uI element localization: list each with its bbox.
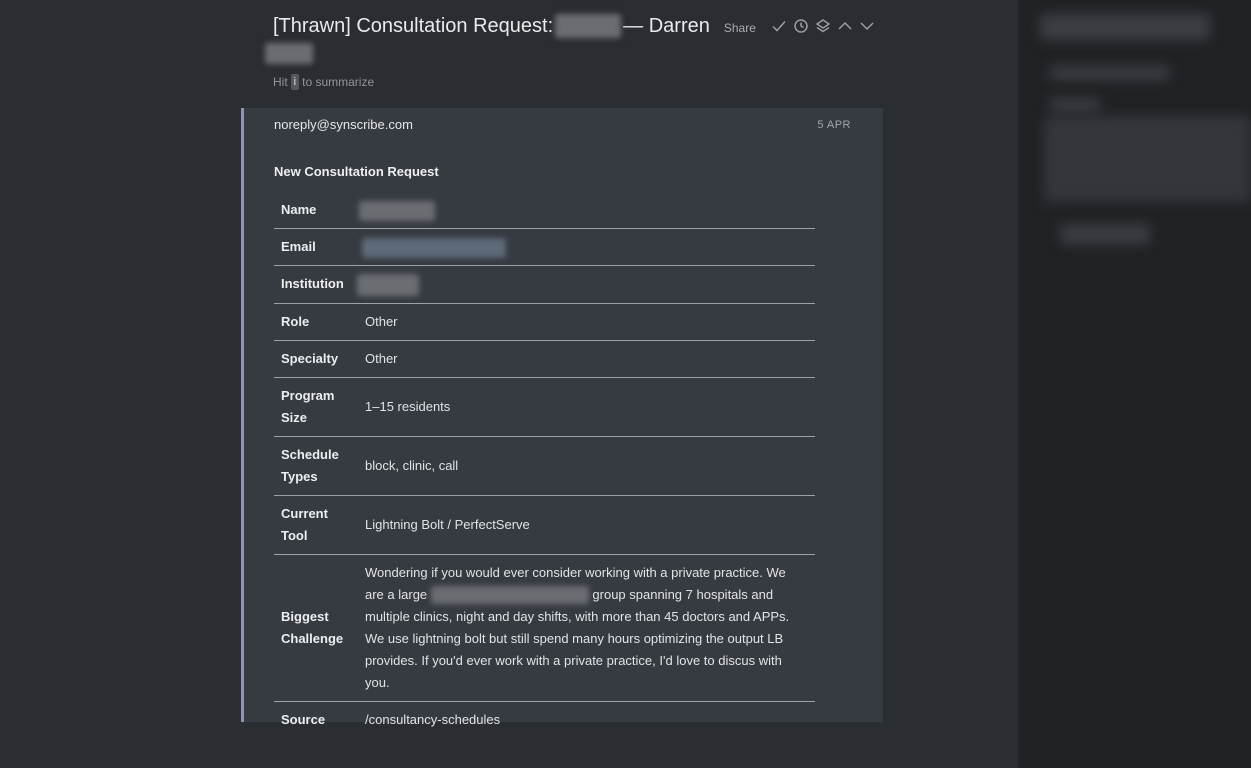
blurred-sidebar-block — [1044, 116, 1251, 202]
mail-pane: [Thrawn] Consultation Request: — Darren … — [0, 0, 1018, 768]
field-value: /consultancy-schedules — [365, 711, 501, 727]
field-value: Lightning Bolt / PerfectServe — [358, 495, 815, 555]
share-button[interactable]: Share — [724, 21, 756, 35]
summarize-hint: Hit i to summarize — [273, 74, 374, 90]
blurred-sidebar-button — [1060, 224, 1150, 244]
email-card: noreply@synscribe.com 5 APR New Consulta… — [241, 108, 883, 727]
blurred-sidebar — [1018, 0, 1251, 768]
table-row: Schedule Types block, clinic, call — [274, 436, 815, 496]
field-value — [358, 192, 815, 229]
blurred-sidebar-header — [1040, 14, 1210, 40]
table-row: Source /consultancy-schedules — [274, 701, 815, 738]
layers-icon[interactable] — [814, 17, 832, 35]
field-label: Specialty — [274, 340, 358, 378]
table-row: Specialty Other — [274, 340, 815, 378]
subject-row: [Thrawn] Consultation Request: — Darren … — [273, 12, 876, 40]
subject-suffix: — Darren — [623, 14, 710, 37]
field-label: Source — [281, 711, 326, 727]
field-label: Program Size — [274, 377, 358, 437]
email-heading: New Consultation Request — [274, 164, 439, 179]
redacted-institution — [357, 273, 419, 296]
field-value: Wondering if you would ever consider wor… — [358, 554, 815, 702]
summarize-key[interactable]: i — [290, 74, 300, 90]
clock-icon[interactable] — [792, 17, 810, 35]
field-value — [358, 228, 815, 266]
field-label: Email — [274, 228, 358, 266]
hint-before: Hit — [273, 75, 288, 89]
field-label: Biggest Challenge — [274, 554, 358, 702]
redacted-subject-name — [555, 14, 622, 38]
table-row: Program Size 1–15 residents — [274, 377, 815, 437]
redacted-specialty — [430, 586, 589, 605]
field-label: Role — [274, 303, 358, 341]
field-label: Current Tool — [274, 495, 358, 555]
field-label: Name — [274, 192, 358, 229]
field-label: Schedule Types — [274, 436, 358, 496]
check-icon[interactable] — [770, 17, 788, 35]
table-row: Institution — [274, 265, 815, 304]
table-row: Email — [274, 228, 815, 266]
field-value: 1–15 residents — [358, 377, 815, 437]
table-row: Name — [274, 192, 815, 229]
chevron-up-icon[interactable] — [836, 17, 854, 35]
table-row: Current Tool Lightning Bolt / PerfectSer… — [274, 495, 815, 555]
hint-after: to summarize — [302, 75, 375, 89]
field-value: Other — [358, 340, 815, 378]
redacted-email — [362, 237, 506, 258]
sender-address: noreply@synscribe.com — [274, 117, 413, 132]
redacted-subject-line2 — [265, 43, 313, 64]
subject-prefix: [Thrawn] Consultation Request: — [273, 14, 554, 37]
blurred-sidebar-line — [1050, 98, 1100, 112]
redacted-name — [359, 200, 435, 221]
field-value — [357, 265, 815, 304]
table-row: Role Other — [274, 303, 815, 341]
blurred-sidebar-line — [1050, 66, 1170, 80]
chevron-down-icon[interactable] — [858, 17, 876, 35]
request-fields-table: Name Email Institution Role Other Specia… — [274, 192, 815, 738]
email-date: 5 APR — [817, 119, 851, 131]
field-label: Institution — [274, 265, 358, 304]
table-row: Biggest Challenge Wondering if you would… — [274, 554, 815, 702]
field-value: block, clinic, call — [358, 436, 815, 496]
field-value: Other — [358, 303, 815, 341]
